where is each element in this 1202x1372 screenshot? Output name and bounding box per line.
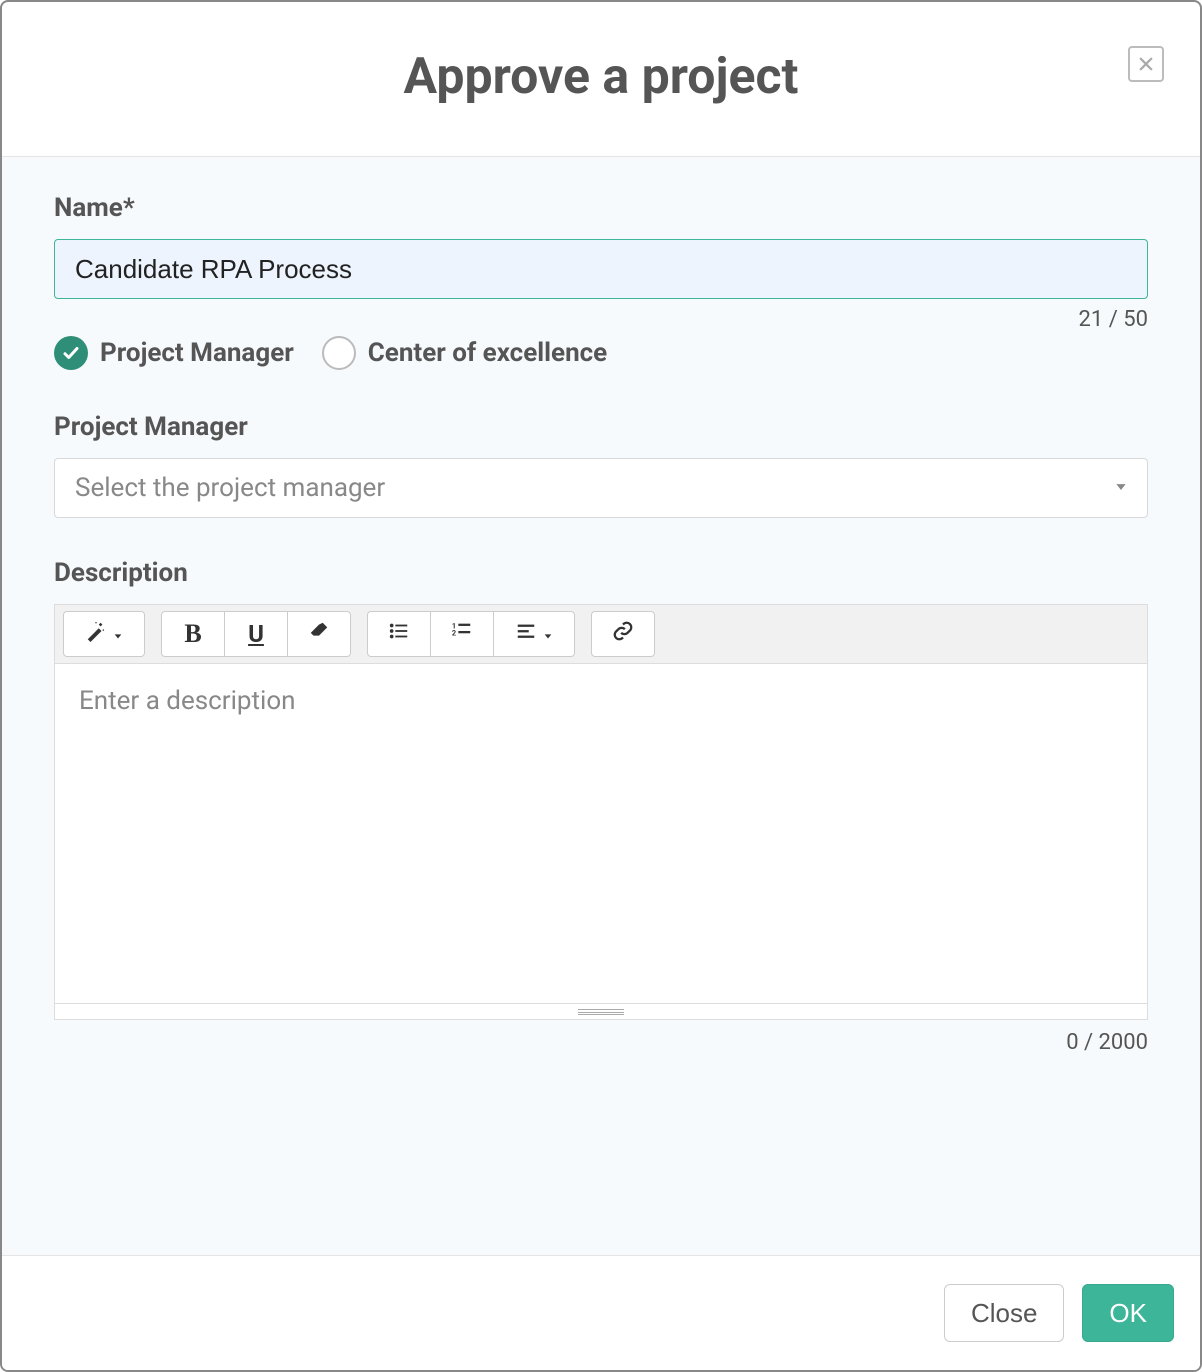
close-icon (1137, 55, 1155, 73)
paragraph-align-button[interactable] (493, 611, 575, 657)
radio-checked-icon (54, 336, 88, 370)
eraser-icon (308, 620, 330, 648)
eraser-button[interactable] (287, 611, 351, 657)
approve-project-modal: Approve a project Name* 21 / 50 Project … (0, 0, 1202, 1372)
close-button[interactable]: Close (944, 1284, 1064, 1342)
underline-icon: U (248, 620, 264, 648)
bold-button[interactable]: B (161, 611, 225, 657)
link-button[interactable] (591, 611, 655, 657)
project-manager-select-wrap: Select the project manager (54, 458, 1148, 518)
grip-icon (578, 1009, 624, 1015)
close-icon-button[interactable] (1128, 46, 1164, 82)
align-icon (515, 620, 537, 648)
name-label: Name* (54, 193, 1148, 223)
modal-header: Approve a project (2, 2, 1200, 157)
modal-footer: Close OK (2, 1255, 1200, 1370)
role-radio-group: Project Manager Center of excellence (54, 336, 1148, 370)
magic-style-button[interactable] (63, 611, 145, 657)
list-ul-icon (388, 620, 410, 648)
description-placeholder: Enter a description (79, 686, 296, 716)
description-editor: B U 12 (54, 604, 1148, 1020)
chevron-down-icon (543, 622, 553, 647)
modal-body: Name* 21 / 50 Project Manager Center of … (2, 157, 1200, 1255)
ordered-list-button[interactable]: 12 (430, 611, 494, 657)
role-option-center-of-excellence[interactable]: Center of excellence (322, 336, 607, 370)
role-option-label: Project Manager (100, 338, 294, 368)
name-input[interactable] (54, 239, 1148, 299)
modal-title: Approve a project (22, 48, 1180, 106)
radio-unchecked-icon (322, 336, 356, 370)
description-textarea[interactable]: Enter a description (54, 664, 1148, 1004)
role-option-label: Center of excellence (368, 338, 607, 368)
description-char-counter: 0 / 2000 (54, 1030, 1148, 1055)
editor-resize-handle[interactable] (54, 1004, 1148, 1020)
name-char-counter: 21 / 50 (54, 307, 1148, 332)
link-icon (612, 620, 634, 648)
unordered-list-button[interactable] (367, 611, 431, 657)
list-ol-icon: 12 (451, 620, 473, 648)
project-manager-label: Project Manager (54, 412, 1148, 442)
underline-button[interactable]: U (224, 611, 288, 657)
editor-toolbar: B U 12 (54, 604, 1148, 664)
project-manager-select[interactable]: Select the project manager (54, 458, 1148, 518)
role-option-project-manager[interactable]: Project Manager (54, 336, 294, 370)
description-label: Description (54, 558, 1148, 588)
ok-button[interactable]: OK (1082, 1284, 1174, 1342)
svg-text:2: 2 (452, 629, 456, 638)
magic-wand-icon (85, 620, 107, 648)
bold-icon: B (184, 619, 201, 649)
chevron-down-icon (1114, 479, 1128, 498)
project-manager-placeholder: Select the project manager (75, 473, 385, 503)
chevron-down-icon (113, 622, 123, 647)
